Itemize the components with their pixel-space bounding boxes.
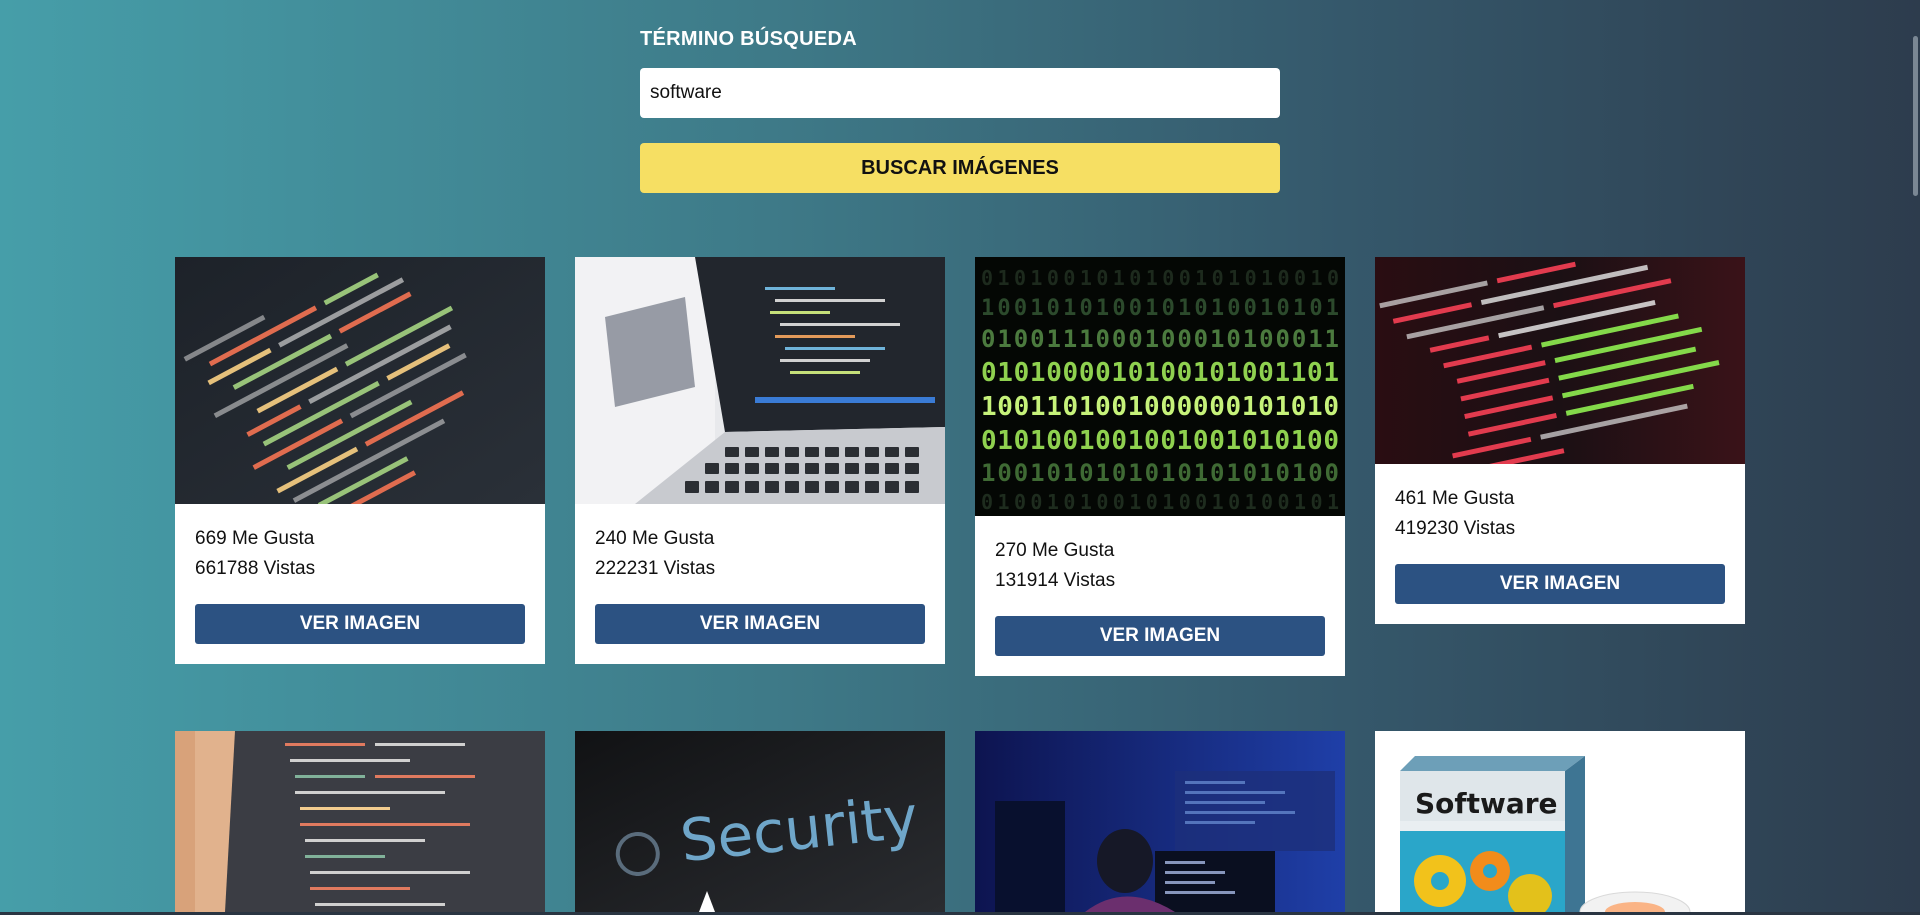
result-card: Security xyxy=(575,731,945,912)
views-count: 419230 Vistas xyxy=(1395,518,1516,539)
result-image[interactable] xyxy=(1375,257,1745,464)
page-scrollbar[interactable] xyxy=(1908,0,1920,915)
likes-count: 669 Me Gusta xyxy=(195,528,315,549)
views-count: 661788 Vistas xyxy=(195,558,316,579)
result-image[interactable] xyxy=(575,257,945,504)
card-body: 669 Me Gusta 661788 Vistas VER IMAGEN xyxy=(175,504,545,664)
scrollbar-thumb[interactable] xyxy=(1913,36,1918,196)
likes-count: 461 Me Gusta xyxy=(1395,488,1515,509)
search-images-button[interactable]: BUSCAR IMÁGENES xyxy=(640,143,1280,193)
view-image-button[interactable]: VER IMAGEN xyxy=(1395,564,1725,604)
result-image[interactable] xyxy=(175,731,545,912)
result-image[interactable] xyxy=(175,257,545,504)
views-count: 222231 Vistas xyxy=(595,558,716,579)
result-card: Software xyxy=(1375,731,1745,912)
result-card: 240 Me Gusta 222231 Vistas VER IMAGEN xyxy=(575,257,945,664)
search-label: TÉRMINO BÚSQUEDA xyxy=(640,28,858,50)
result-image[interactable]: Security xyxy=(575,731,945,912)
result-card xyxy=(175,731,545,912)
result-card: 669 Me Gusta 661788 Vistas VER IMAGEN xyxy=(175,257,545,664)
result-card: 461 Me Gusta 419230 Vistas VER IMAGEN xyxy=(1375,257,1745,624)
card-body: 461 Me Gusta 419230 Vistas VER IMAGEN xyxy=(1375,464,1745,624)
view-image-button[interactable]: VER IMAGEN xyxy=(595,604,925,644)
software-box-text: Software xyxy=(1415,787,1558,820)
card-body: 240 Me Gusta 222231 Vistas VER IMAGEN xyxy=(575,504,945,664)
search-form: TÉRMINO BÚSQUEDA BUSCAR IMÁGENES xyxy=(640,24,1280,193)
card-body: 270 Me Gusta 131914 Vistas VER IMAGEN xyxy=(975,516,1345,676)
svg-text:0101001001001001010100: 0101001001001001010100 xyxy=(981,426,1339,456)
svg-text:1001101001000000101010: 1001101001000000101010 xyxy=(981,392,1339,422)
result-card xyxy=(975,731,1345,912)
result-image[interactable]: 0101001010100101010010 10010101001010100… xyxy=(975,257,1345,516)
svg-text:1001010101010101010100: 1001010101010101010100 xyxy=(981,459,1339,487)
svg-text:0100111000100010100011: 0100111000100010100011 xyxy=(981,325,1339,353)
views-count: 131914 Vistas xyxy=(995,570,1116,591)
result-image[interactable] xyxy=(975,731,1345,912)
view-image-button[interactable]: VER IMAGEN xyxy=(195,604,525,644)
result-card: 0101001010100101010010 10010101001010100… xyxy=(975,257,1345,676)
likes-count: 240 Me Gusta xyxy=(595,528,715,549)
likes-count: 270 Me Gusta xyxy=(995,540,1115,561)
result-image[interactable]: Software xyxy=(1375,731,1745,912)
search-input[interactable] xyxy=(640,68,1280,118)
view-image-button[interactable]: VER IMAGEN xyxy=(995,616,1325,656)
svg-text:0101000010100101001101: 0101000010100101001101 xyxy=(981,358,1339,388)
